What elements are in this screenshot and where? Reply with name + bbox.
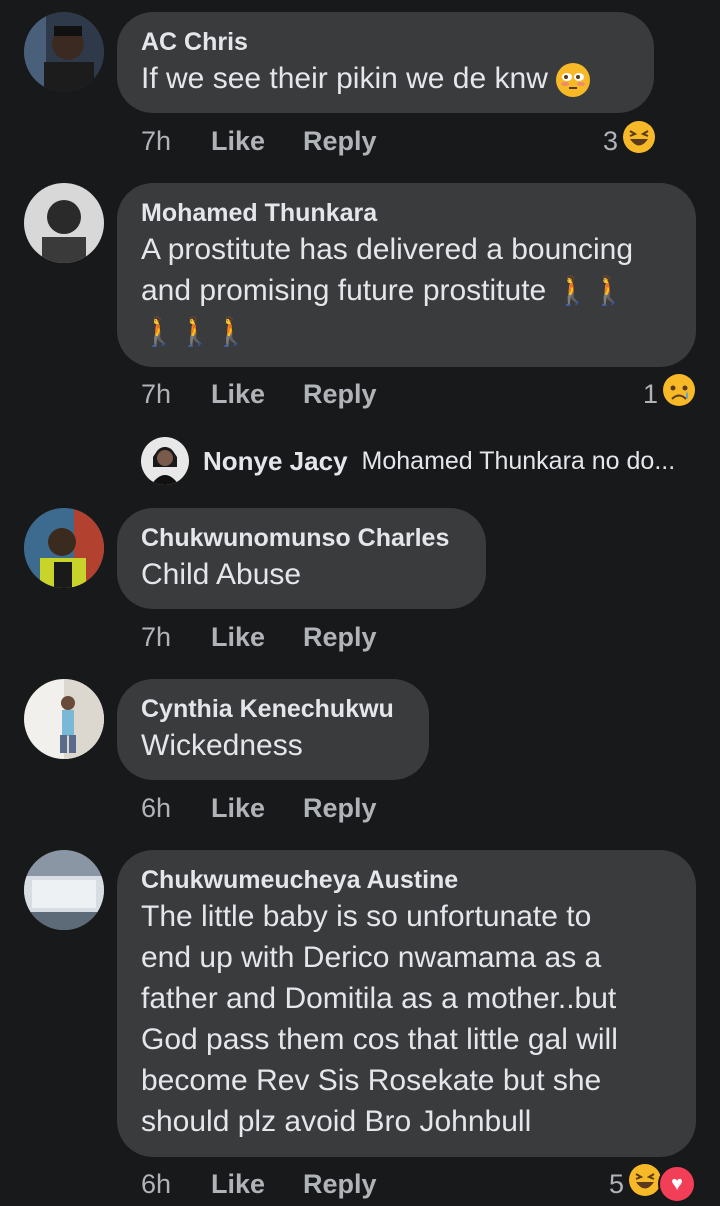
comment-line: should plz avoid Bro Johnbull xyxy=(141,1105,532,1138)
comment-time: 6h xyxy=(141,793,172,823)
like-button[interactable]: Like xyxy=(211,123,303,159)
comment-bubble[interactable]: Cynthia Kenechukwu Wickedness xyxy=(117,679,429,780)
reply-button[interactable]: Reply xyxy=(303,123,377,159)
like-button[interactable]: Like xyxy=(211,790,303,826)
comment-bubble[interactable]: Chukwumeucheya Austine The little baby i… xyxy=(117,850,696,1157)
comment-bubble[interactable]: Chukwunomunso Charles Child Abuse xyxy=(117,508,486,609)
commenter-name[interactable]: AC Chris xyxy=(141,26,630,58)
sad-reaction-icon xyxy=(662,373,696,416)
avatar[interactable] xyxy=(141,437,189,485)
avatar-photo xyxy=(24,679,104,759)
avatar[interactable] xyxy=(24,183,104,263)
comment-actions: 6h Like Reply xyxy=(141,1166,377,1202)
person-walking-icon: 🚶 xyxy=(141,316,177,347)
reply-author-name[interactable]: Nonye Jacy xyxy=(203,446,348,477)
love-reaction-icon: ♥ xyxy=(658,1165,696,1203)
comment-actions: 7h Like Reply xyxy=(141,619,377,655)
comment-time: 7h xyxy=(141,622,172,652)
commenter-name[interactable]: Cynthia Kenechukwu xyxy=(141,693,405,725)
comment-time: 6h xyxy=(141,1169,172,1199)
reply-text: Mohamed Thunkara no do... xyxy=(361,446,676,475)
commenter-name[interactable]: Mohamed Thunkara xyxy=(141,197,672,229)
commenter-name[interactable]: Chukwunomunso Charles xyxy=(141,522,462,554)
avatar-photo xyxy=(24,12,104,92)
avatar-photo xyxy=(24,850,104,930)
comment-line: end up with Derico nwamama as a xyxy=(141,941,602,974)
comment-text: and promising future prostitute 🚶🚶 xyxy=(141,270,672,311)
avatar[interactable] xyxy=(24,12,104,92)
comment-line: become Rev Sis Rosekate but she xyxy=(141,1064,602,1097)
like-button[interactable]: Like xyxy=(211,619,303,655)
avatar[interactable] xyxy=(24,850,104,930)
like-button[interactable]: Like xyxy=(211,1166,303,1202)
reaction-count: 5 xyxy=(608,1169,624,1199)
avatar[interactable] xyxy=(24,679,104,759)
comment-actions: 6h Like Reply xyxy=(141,790,377,826)
comment-line: and promising future prostitute xyxy=(141,274,547,307)
comment-line: Child Abuse xyxy=(141,558,302,591)
like-button[interactable]: Like xyxy=(211,376,303,412)
commenter-name[interactable]: Chukwumeucheya Austine xyxy=(141,864,672,896)
reply-button[interactable]: Reply xyxy=(303,376,377,412)
comment-text: If we see their pikin we de knw xyxy=(141,58,630,99)
comment-line: If we see their pikin we de knw xyxy=(141,62,548,95)
haha-reaction-icon xyxy=(628,1163,662,1206)
comment-time: 7h xyxy=(141,126,172,156)
avatar-photo xyxy=(24,508,104,588)
comment-bubble[interactable]: Mohamed Thunkara A prostitute has delive… xyxy=(117,183,696,367)
reaction-summary[interactable]: 3 xyxy=(602,120,656,159)
comment-bubble[interactable]: AC Chris If we see their pikin we de knw xyxy=(117,12,654,113)
person-walking-icon: 🚶 xyxy=(591,275,627,306)
avatar-photo xyxy=(141,437,189,485)
comment-line: A prostitute has delivered a bouncing xyxy=(141,233,633,266)
avatar[interactable] xyxy=(24,508,104,588)
comment-emoji-row: 🚶🚶🚶 xyxy=(141,311,672,352)
reaction-count: 1 xyxy=(642,379,658,409)
flushed-face-icon xyxy=(556,63,591,98)
comment-actions: 7h Like Reply xyxy=(141,376,377,412)
reaction-summary[interactable]: 1 xyxy=(642,373,696,412)
haha-reaction-icon xyxy=(622,120,656,163)
reply-button[interactable]: Reply xyxy=(303,790,377,826)
comment-line: Wickedness xyxy=(141,729,303,762)
comment-time: 7h xyxy=(141,379,172,409)
reply-button[interactable]: Reply xyxy=(303,619,377,655)
comment-actions: 7h Like Reply xyxy=(141,123,377,159)
reply-preview[interactable]: Nonye Jacy Mohamed Thunkara no do... xyxy=(141,436,675,486)
avatar-photo xyxy=(24,183,104,263)
person-walking-icon: 🚶 xyxy=(555,275,591,306)
person-walking-icon: 🚶 xyxy=(213,316,249,347)
comment-line: The little baby is so unfortunate to xyxy=(141,900,592,933)
reaction-count: 3 xyxy=(602,126,618,156)
reply-button[interactable]: Reply xyxy=(303,1166,377,1202)
comment-line: father and Domitila as a mother..but xyxy=(141,982,617,1015)
comment-line: God pass them cos that little gal will xyxy=(141,1023,618,1056)
reaction-summary[interactable]: 5 ♥ xyxy=(608,1163,696,1203)
person-walking-icon: 🚶 xyxy=(177,316,213,347)
